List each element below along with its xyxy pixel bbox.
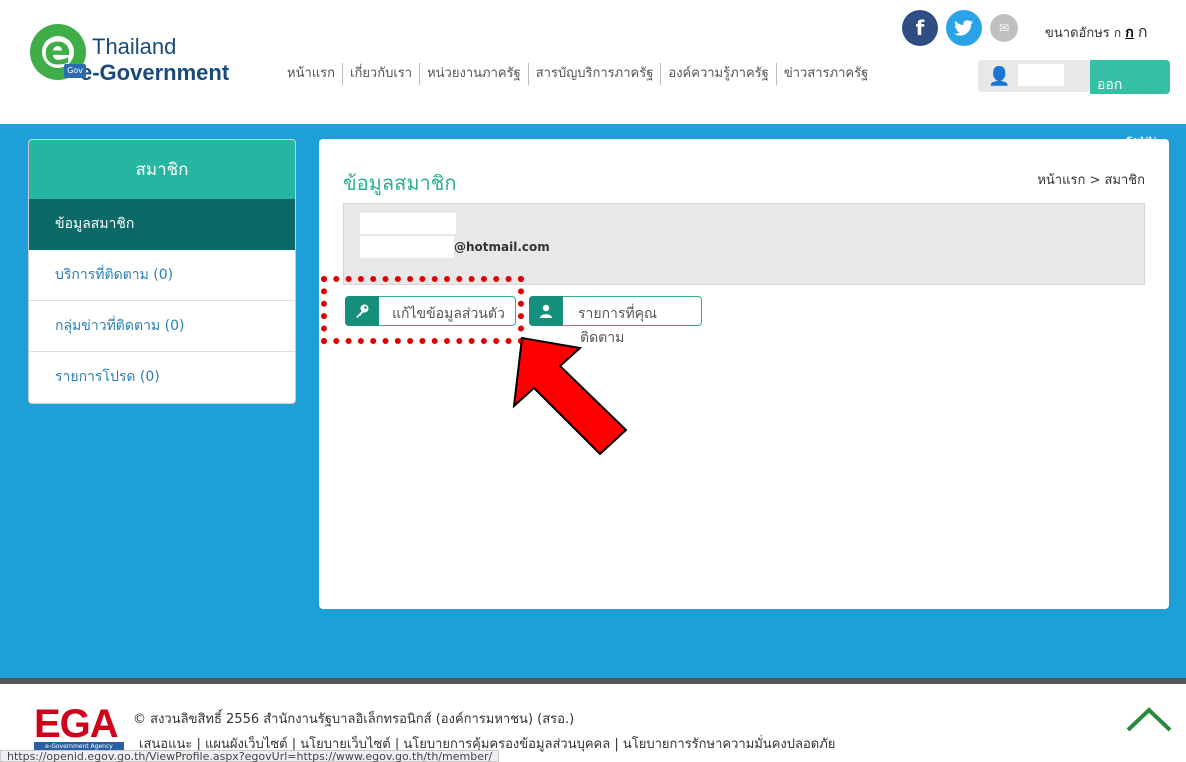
sidebar-item-followed-services[interactable]: บริการที่ติดตาม (0) xyxy=(29,250,295,301)
nav-item-about[interactable]: เกี่ยวกับเรา xyxy=(343,63,421,85)
site-header: e Gov Thailand e-Government หน้าแรก เกี่… xyxy=(0,0,1186,124)
member-sidebar: สมาชิก ข้อมูลสมาชิก บริการที่ติดตาม (0) … xyxy=(28,139,296,404)
followed-items-button[interactable]: รายการที่คุณ ติดตาม xyxy=(529,296,702,346)
profile-info-box: @hotmail.com xyxy=(343,203,1145,285)
redacted-name xyxy=(360,213,456,234)
page-title: ข้อมูลสมาชิก xyxy=(343,171,457,195)
logo-thailand-text: Thailand xyxy=(92,34,177,59)
highlight-dotted-box xyxy=(321,276,524,344)
font-size-label: ขนาดอักษร xyxy=(1045,26,1110,41)
sidebar-item-favorites[interactable]: รายการโปรด (0) xyxy=(29,352,295,403)
breadcrumb[interactable]: หน้าแรก > สมาชิก xyxy=(1037,169,1145,190)
logout-button[interactable]: ออก xyxy=(1090,60,1170,94)
sidebar-item-profile[interactable]: ข้อมูลสมาชิก xyxy=(29,199,295,250)
email-domain: @hotmail.com xyxy=(454,240,550,254)
redacted-email-user xyxy=(360,236,454,258)
nav-item-agencies[interactable]: หน่วยงานภาครัฐ xyxy=(420,63,529,85)
sidebar-title: สมาชิก xyxy=(29,140,295,199)
site-footer: EGA e-Government Agency © สงวนลิขสิทธิ์ … xyxy=(0,684,1186,762)
nav-item-home[interactable]: หน้าแรก xyxy=(280,63,343,85)
nav-item-news[interactable]: ข่าวสารภาครัฐ xyxy=(777,63,875,85)
mail-icon[interactable]: ✉ xyxy=(990,14,1018,42)
logo-egov-text: e-Government xyxy=(80,60,230,85)
font-size-control: ขนาดอักษร ก ก ก xyxy=(1045,20,1148,45)
user-box: 👤 xyxy=(978,60,1090,92)
nav-item-service-directory[interactable]: สารบัญบริการภาครัฐ xyxy=(529,63,662,85)
main-nav: หน้าแรก เกี่ยวกับเรา หน่วยงานภาครัฐ สารบ… xyxy=(280,63,875,85)
twitter-icon[interactable] xyxy=(946,10,982,46)
username-display xyxy=(1018,64,1064,86)
back-to-top-icon[interactable] xyxy=(1124,704,1174,734)
sidebar-item-followed-news[interactable]: กลุ่มข่าวที่ติดตาม (0) xyxy=(29,301,295,352)
thailand-egov-logo[interactable]: e Gov Thailand e-Government xyxy=(30,20,280,110)
copyright-text: © สงวนลิขสิทธิ์ 2556 สำนักงานรัฐบาลอิเล็… xyxy=(133,712,575,727)
content-panel: ข้อมูลสมาชิก หน้าแรก > สมาชิก @hotmail.c… xyxy=(319,139,1169,609)
nav-item-knowledge[interactable]: องค์ความรู้ภาครัฐ xyxy=(661,63,777,85)
user-icon: 👤 xyxy=(988,66,1011,87)
person-icon xyxy=(529,296,563,326)
font-size-medium-button[interactable]: ก xyxy=(1125,25,1133,41)
logout-label: ออก xyxy=(1097,77,1123,93)
status-bar-url: https://openid.egov.go.th/ViewProfile.as… xyxy=(0,750,500,762)
red-arrow-annotation xyxy=(512,336,628,456)
logout-label-overflow: ระบบ xyxy=(1126,133,1157,148)
ega-logo[interactable]: EGA xyxy=(34,702,119,747)
logo-gov-badge: Gov xyxy=(64,64,86,78)
font-size-small-button[interactable]: ก xyxy=(1114,26,1121,40)
font-size-large-button[interactable]: ก xyxy=(1138,22,1148,41)
facebook-icon[interactable]: f xyxy=(902,10,938,46)
social-links: f ✉ xyxy=(902,10,1018,46)
followed-items-label: รายการที่คุณ xyxy=(578,306,658,322)
